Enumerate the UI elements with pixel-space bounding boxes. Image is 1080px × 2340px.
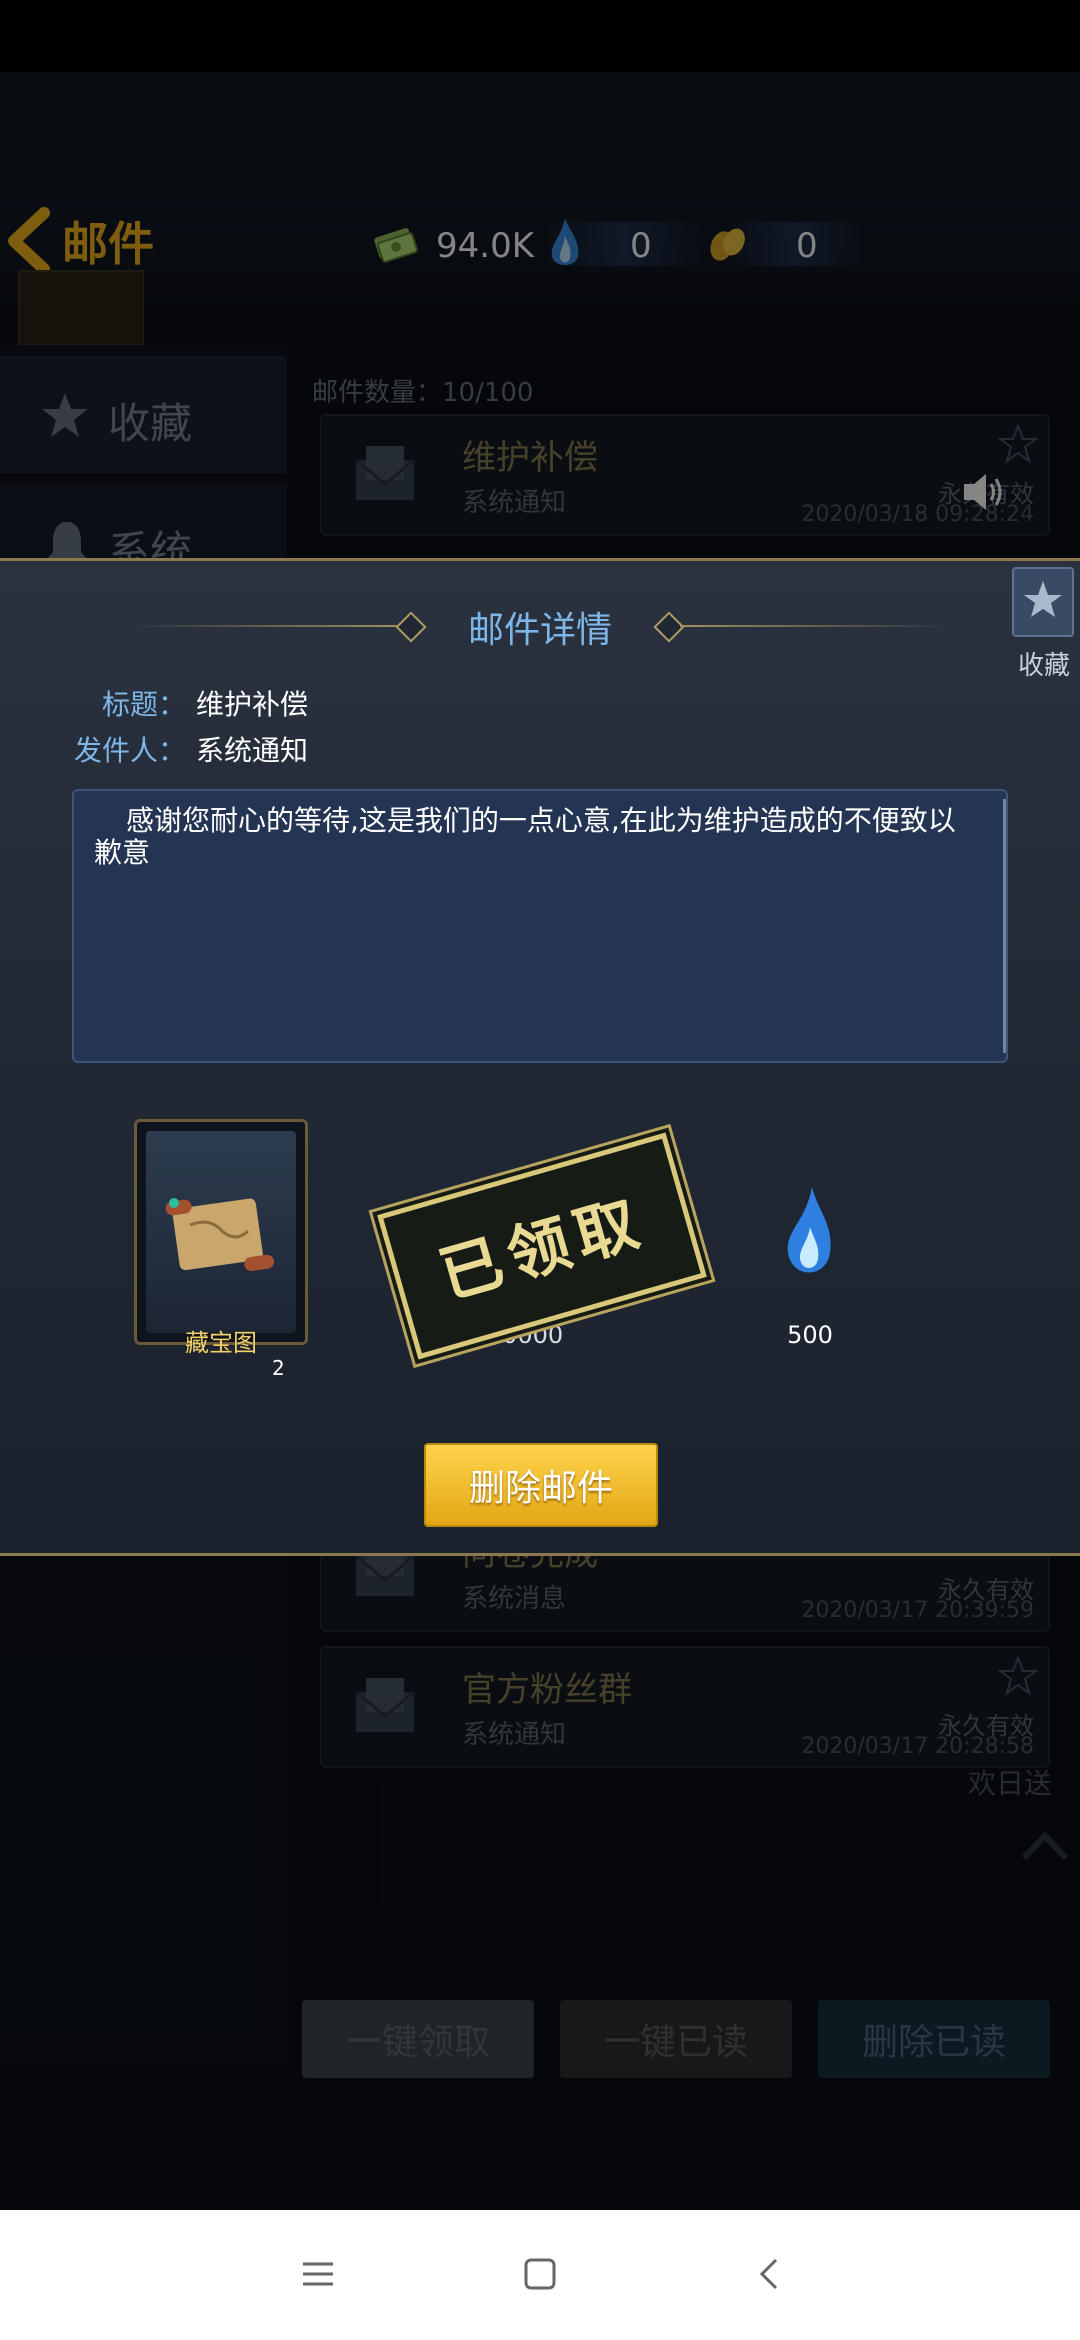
mail-body-text: 感谢您耐心的等待,这是我们的一点心意,在此为维护造成的不便致以歉意	[94, 804, 956, 869]
sender-label: 发件人：	[73, 734, 186, 767]
stamp-text: 已领取	[431, 1184, 654, 1313]
sender-value: 系统通知	[196, 734, 309, 767]
dialog-title: 邮件详情	[467, 610, 612, 651]
treasure-map-scroll-icon	[165, 1198, 275, 1271]
reward-item-name: 藏宝图	[185, 1329, 257, 1357]
subject-value: 维护补偿	[196, 688, 309, 721]
reward-item-count: 2	[272, 1356, 285, 1380]
divider	[680, 625, 952, 627]
reward-amount: 500	[787, 1321, 833, 1349]
mail-detail-dialog: 邮件详情 收藏 标题： 维护补偿 发件人： 系统通知 感谢您耐心的等待,这是我们…	[0, 558, 1080, 1556]
star-icon	[1024, 581, 1062, 617]
back-icon[interactable]	[754, 2256, 784, 2292]
home-icon[interactable]	[522, 2256, 558, 2292]
subject-label: 标题：	[101, 688, 186, 721]
delete-mail-button[interactable]: 删除邮件	[424, 1443, 658, 1527]
favorite-button[interactable]	[1012, 567, 1074, 637]
favorite-label: 收藏	[1017, 651, 1070, 681]
system-nav-bar	[0, 2210, 1080, 2340]
menu-icon[interactable]	[300, 2256, 336, 2292]
scrollbar[interactable]	[1003, 799, 1006, 1053]
blue-flame-icon	[787, 1187, 831, 1273]
